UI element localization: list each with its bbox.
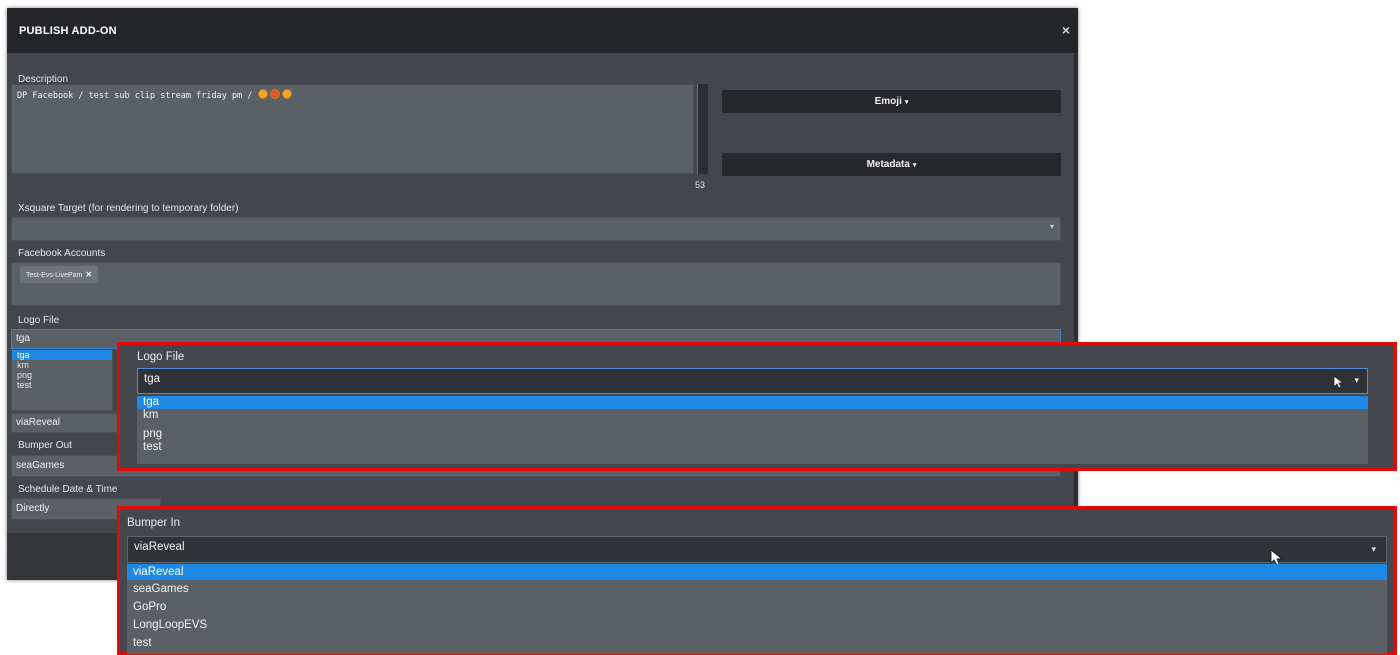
description-textarea[interactable]: DP Facebook / test sub clip stream frida… <box>11 84 694 174</box>
bumper-in-zoom-label: Bumper In <box>127 517 181 529</box>
logo-file-zoom-label: Logo File <box>137 351 185 363</box>
logo-file-zoom-dropdown: tga km png test <box>137 396 1368 464</box>
logo-file-zoom-value: tga <box>144 373 160 385</box>
bumper-in-value: viaReveal <box>16 417 60 428</box>
remove-icon[interactable]: ✕ <box>85 270 92 279</box>
logo-file-label: Logo File <box>18 315 60 326</box>
chevron-down-icon: ▾ <box>912 162 917 169</box>
chevron-down-icon: ▾ <box>904 99 909 106</box>
facebook-accounts-field[interactable] <box>11 262 1061 306</box>
logo-file-value: tga <box>16 333 30 344</box>
dialog-title: PUBLISH ADD-ON <box>19 25 117 37</box>
logo-zoom-option-png[interactable]: png <box>137 428 1368 441</box>
account-chip-label: Test-Evs-LivePam <box>26 272 83 279</box>
logo-file-dropdown: tga km png test <box>11 349 113 411</box>
metadata-button-label: Metadata <box>866 159 910 170</box>
logo-option-png[interactable]: png <box>12 370 112 380</box>
cursor-icon <box>1333 375 1345 389</box>
bumper-out-value: seaGames <box>16 460 65 471</box>
bumper-in-zoom-callout: Bumper In viaReveal ▾ viaReveal seaGames… <box>117 506 1397 655</box>
bumper-in-zoom-select[interactable]: viaReveal ▾ <box>127 536 1387 563</box>
emoji-icon <box>257 89 294 101</box>
logo-option-tga[interactable]: tga <box>12 350 112 360</box>
chevron-down-icon: ▾ <box>1049 222 1054 231</box>
bumper-zoom-option-seagames[interactable]: seaGames <box>127 580 1387 598</box>
chevron-down-icon: ▾ <box>1354 375 1359 385</box>
bumper-in-zoom-value: viaReveal <box>134 541 185 553</box>
schedule-label: Schedule Date & Time <box>18 484 118 495</box>
bumper-zoom-option-gopro[interactable]: GoPro <box>127 598 1387 616</box>
description-scrollbar[interactable] <box>697 84 708 174</box>
metadata-button[interactable]: Metadata ▾ <box>722 153 1061 176</box>
account-chip: Test-Evs-LivePam ✕ <box>20 266 99 283</box>
logo-option-km[interactable]: km <box>12 360 112 370</box>
logo-zoom-option-km[interactable]: km <box>137 409 1368 428</box>
logo-option-test[interactable]: test <box>12 380 112 390</box>
bumper-zoom-option-test[interactable]: test <box>127 634 1387 652</box>
chevron-down-icon: ▾ <box>1371 544 1376 554</box>
logo-zoom-option-tga[interactable]: tga <box>137 396 1368 409</box>
description-text: DP Facebook / test sub clip stream frida… <box>17 91 253 101</box>
bumper-zoom-option-longloopevs[interactable]: LongLoopEVS <box>127 616 1387 634</box>
logo-file-zoom-callout: Logo File tga ▾ tga km png test <box>117 342 1397 471</box>
facebook-accounts-label: Facebook Accounts <box>18 248 106 259</box>
bumper-out-label: Bumper Out <box>18 440 72 451</box>
dialog-header: PUBLISH ADD-ON × <box>7 8 1078 53</box>
logo-zoom-option-test[interactable]: test <box>137 441 1368 454</box>
emoji-button[interactable]: Emoji ▾ <box>722 90 1061 113</box>
close-icon[interactable]: × <box>1062 22 1070 38</box>
schedule-value: Directly <box>16 503 50 514</box>
character-counter: 53 <box>695 180 706 190</box>
bumper-in-zoom-dropdown: viaReveal seaGames GoPro LongLoopEVS tes… <box>127 564 1387 654</box>
logo-file-zoom-select[interactable]: tga ▾ <box>137 368 1368 394</box>
bumper-zoom-option-viareveal[interactable]: viaReveal <box>127 564 1387 580</box>
xsquare-target-label: Xsquare Target (for rendering to tempora… <box>18 203 239 214</box>
xsquare-target-select[interactable]: ▾ <box>11 217 1061 241</box>
emoji-button-label: Emoji <box>874 96 902 107</box>
